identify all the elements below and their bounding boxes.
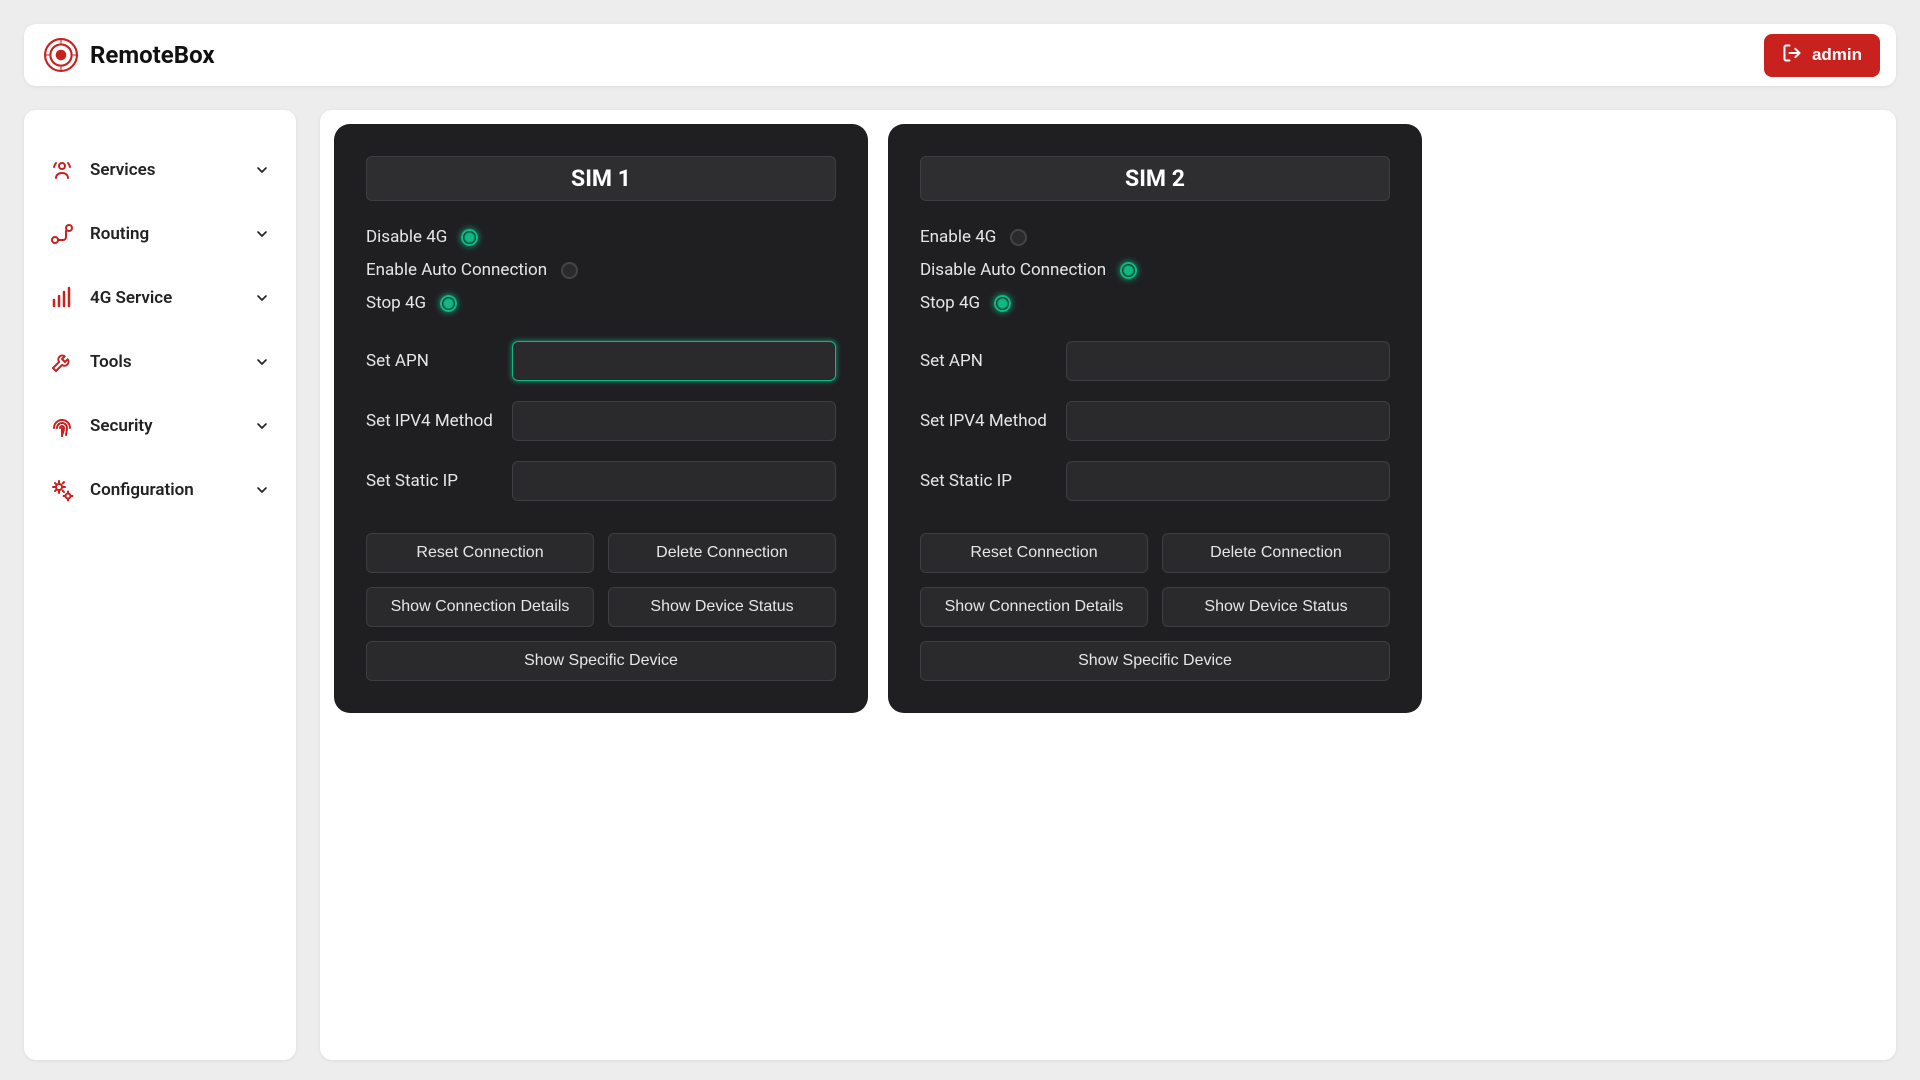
sim1-show-connection-details-button[interactable]: Show Connection Details	[366, 587, 594, 627]
field-label: Set APN	[920, 351, 1066, 371]
sim1-static-ip-input[interactable]	[512, 461, 836, 501]
sim2-show-specific-device-button[interactable]: Show Specific Device	[920, 641, 1390, 681]
toggle-label: Stop 4G	[366, 293, 426, 313]
toggle-label: Enable 4G	[920, 227, 996, 247]
sidebar-item-4g-service[interactable]: 4G Service	[42, 266, 278, 330]
sim1-ipv4-row: Set IPV4 Method	[366, 401, 836, 441]
field-label: Set IPV4 Method	[920, 411, 1066, 431]
routing-icon	[50, 222, 74, 246]
fingerprint-icon	[50, 414, 74, 438]
field-label: Set APN	[366, 351, 512, 371]
sim1-apn-input[interactable]	[512, 341, 836, 381]
field-label: Set Static IP	[366, 471, 512, 491]
gears-icon	[50, 478, 74, 502]
sim2-title: SIM 2	[920, 156, 1390, 201]
sim1-show-device-status-button[interactable]: Show Device Status	[608, 587, 836, 627]
admin-label: admin	[1812, 45, 1862, 65]
sim2-reset-connection-button[interactable]: Reset Connection	[920, 533, 1148, 573]
status-dot-icon	[461, 229, 478, 246]
chevron-down-icon	[254, 162, 270, 178]
sidebar-item-tools[interactable]: Tools	[42, 330, 278, 394]
sidebar-item-label: Tools	[90, 352, 238, 372]
field-label: Set IPV4 Method	[366, 411, 512, 431]
status-dot-icon	[1010, 229, 1027, 246]
sim1-static-ip-row: Set Static IP	[366, 461, 836, 501]
sim2-apn-row: Set APN	[920, 341, 1390, 381]
sim2-toggle-auto-connection[interactable]: Disable Auto Connection	[920, 260, 1390, 280]
sidebar-item-routing[interactable]: Routing	[42, 202, 278, 266]
brand-logo-icon	[44, 38, 78, 72]
sidebar-item-security[interactable]: Security	[42, 394, 278, 458]
brand: RemoteBox	[44, 38, 215, 72]
toggle-label: Disable 4G	[366, 227, 447, 247]
sim2-show-device-status-button[interactable]: Show Device Status	[1162, 587, 1390, 627]
sim1-ipv4-input[interactable]	[512, 401, 836, 441]
toggle-label: Enable Auto Connection	[366, 260, 547, 280]
workspace: Services Routing 4G Service Tools	[24, 110, 1896, 1060]
services-icon	[50, 158, 74, 182]
sidebar-item-label: Services	[90, 160, 238, 180]
sidebar-item-label: Routing	[90, 224, 238, 244]
sim1-title: SIM 1	[366, 156, 836, 201]
wrench-icon	[50, 350, 74, 374]
sidebar-item-label: Configuration	[90, 480, 238, 500]
chevron-down-icon	[254, 354, 270, 370]
sim1-toggle-4g[interactable]: Disable 4G	[366, 227, 836, 247]
sim1-reset-connection-button[interactable]: Reset Connection	[366, 533, 594, 573]
sim2-static-ip-row: Set Static IP	[920, 461, 1390, 501]
chevron-down-icon	[254, 482, 270, 498]
sim2-toggle-stop-4g[interactable]: Stop 4G	[920, 293, 1390, 313]
chevron-down-icon	[254, 226, 270, 242]
status-dot-icon	[440, 295, 457, 312]
sim2-ipv4-input[interactable]	[1066, 401, 1390, 441]
status-dot-icon	[1120, 262, 1137, 279]
logout-icon	[1782, 43, 1802, 68]
sidebar-item-services[interactable]: Services	[42, 138, 278, 202]
toggle-label: Disable Auto Connection	[920, 260, 1106, 280]
sidebar-item-label: 4G Service	[90, 288, 238, 308]
sim2-ipv4-row: Set IPV4 Method	[920, 401, 1390, 441]
sidebar: Services Routing 4G Service Tools	[24, 110, 296, 1060]
chevron-down-icon	[254, 418, 270, 434]
sim2-toggle-4g[interactable]: Enable 4G	[920, 227, 1390, 247]
sidebar-item-configuration[interactable]: Configuration	[42, 458, 278, 522]
sim1-delete-connection-button[interactable]: Delete Connection	[608, 533, 836, 573]
chevron-down-icon	[254, 290, 270, 306]
header-bar: RemoteBox admin	[24, 24, 1896, 86]
sim1-toggle-auto-connection[interactable]: Enable Auto Connection	[366, 260, 836, 280]
status-dot-icon	[994, 295, 1011, 312]
toggle-label: Stop 4G	[920, 293, 980, 313]
sim1-apn-row: Set APN	[366, 341, 836, 381]
status-dot-icon	[561, 262, 578, 279]
sim2-card: SIM 2 Enable 4G Disable Auto Connection …	[888, 124, 1422, 713]
field-label: Set Static IP	[920, 471, 1066, 491]
sim2-button-grid: Reset Connection Delete Connection Show …	[920, 533, 1390, 681]
sim2-static-ip-input[interactable]	[1066, 461, 1390, 501]
brand-name: RemoteBox	[90, 41, 215, 69]
admin-button[interactable]: admin	[1764, 34, 1880, 77]
sim2-show-connection-details-button[interactable]: Show Connection Details	[920, 587, 1148, 627]
sim1-toggle-stop-4g[interactable]: Stop 4G	[366, 293, 836, 313]
sim1-show-specific-device-button[interactable]: Show Specific Device	[366, 641, 836, 681]
sidebar-item-label: Security	[90, 416, 238, 436]
sim1-button-grid: Reset Connection Delete Connection Show …	[366, 533, 836, 681]
sim2-delete-connection-button[interactable]: Delete Connection	[1162, 533, 1390, 573]
sim2-apn-input[interactable]	[1066, 341, 1390, 381]
main-content: SIM 1 Disable 4G Enable Auto Connection …	[320, 110, 1896, 1060]
signal-icon	[50, 286, 74, 310]
sim1-card: SIM 1 Disable 4G Enable Auto Connection …	[334, 124, 868, 713]
